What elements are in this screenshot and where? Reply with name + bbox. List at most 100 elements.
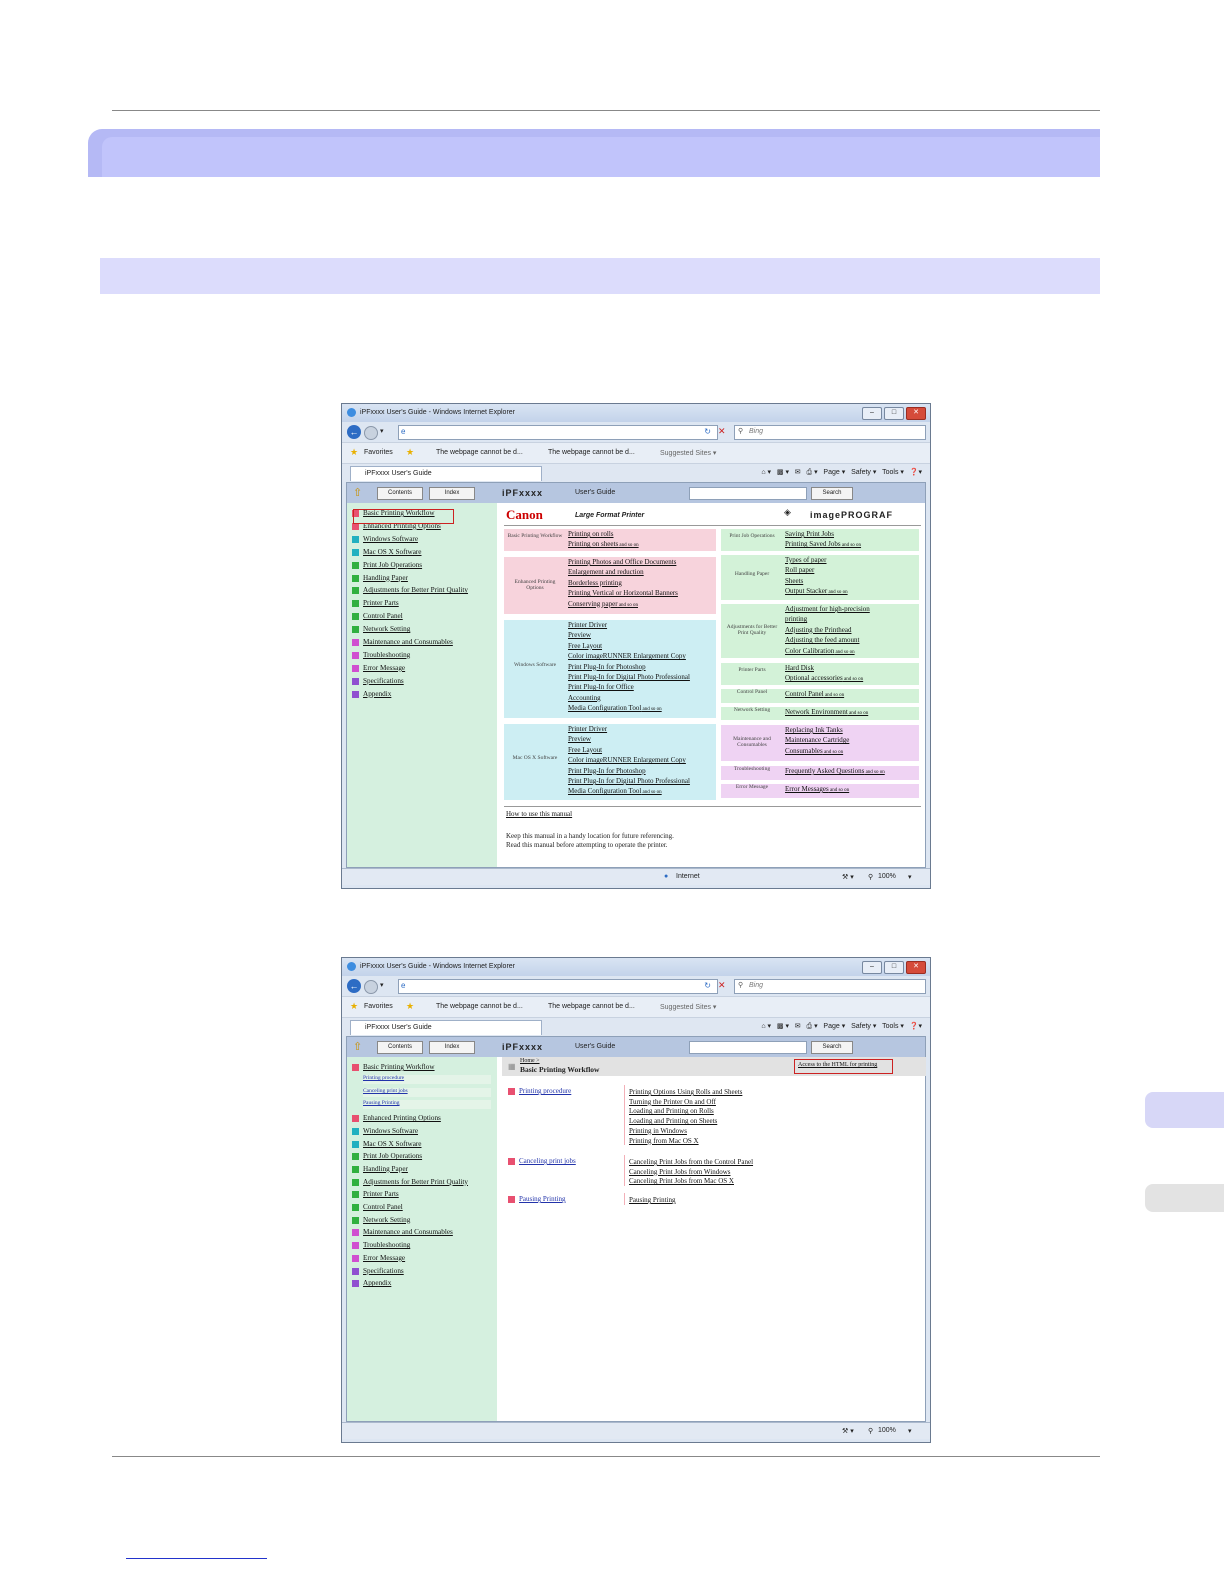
page-menu[interactable]: Page ▾ — [823, 469, 845, 476]
home-manual-icon[interactable]: ⇧ — [353, 486, 362, 499]
favorite-link-1[interactable]: The webpage cannot be d... — [436, 449, 523, 456]
sidebar-item[interactable]: Mac OS X Software — [352, 1140, 422, 1148]
close-icon[interactable]: ✕ — [906, 961, 926, 974]
section-link[interactable]: Error Messages and so on — [785, 785, 849, 793]
section-link[interactable]: Adjusting the Printhead — [785, 626, 852, 634]
section-link[interactable]: Printing Vertical or Horizontal Banners — [568, 589, 678, 597]
section-link[interactable]: Print Plug-In for Digital Photo Professi… — [568, 777, 690, 785]
sidebar-item[interactable]: Appendix — [352, 1279, 391, 1288]
tools-menu[interactable]: Tools ▾ — [882, 469, 904, 476]
section-link[interactable]: Print Plug-In for Digital Photo Professi… — [568, 673, 690, 681]
sidebar-item[interactable]: Printer Parts — [352, 1190, 399, 1199]
sidebar-item[interactable]: Specifications — [352, 677, 404, 685]
address-bar[interactable]: e ↻ — [398, 979, 718, 994]
sidebar-subitem[interactable]: Canceling print jobs — [363, 1087, 491, 1097]
topic-link[interactable]: Printing procedure — [519, 1087, 571, 1095]
favorite-link-1[interactable]: The webpage cannot be d... — [436, 1003, 523, 1010]
minimize-icon[interactable]: – — [862, 961, 882, 974]
topic-sublink[interactable]: Printing in Windows — [629, 1127, 687, 1135]
zoom-dropdown-icon[interactable]: ▾ — [908, 873, 912, 881]
section-link[interactable]: Saving Print Jobs — [785, 530, 834, 538]
section-link[interactable]: Printing on rolls — [568, 530, 614, 538]
section-link[interactable]: Roll paper — [785, 566, 814, 574]
print-icon[interactable]: ⎙ — [807, 469, 813, 476]
mail-icon[interactable]: ✉ — [795, 469, 801, 476]
home-manual-icon[interactable]: ⇧ — [353, 1040, 362, 1053]
section-link[interactable]: Color imageRUNNER Enlargement Copy — [568, 652, 686, 660]
topic-link[interactable]: Pausing Printing — [519, 1195, 565, 1203]
favorites-button[interactable]: Favorites — [364, 1003, 393, 1010]
stop-icon[interactable]: ✕ — [718, 426, 726, 437]
sidebar-item[interactable]: Printer Parts — [352, 599, 399, 608]
chapter-tab[interactable] — [1145, 1092, 1224, 1128]
forward-icon[interactable] — [364, 426, 378, 440]
section-link[interactable]: Frequently Asked Questions and so on — [785, 767, 885, 775]
sidebar-item[interactable]: Mac OS X Software — [352, 548, 422, 556]
feeds-icon[interactable]: ▩ — [777, 469, 784, 476]
topic-sublink[interactable]: Canceling Print Jobs from the Control Pa… — [629, 1158, 753, 1166]
sidebar-item[interactable]: Print Job Operations — [352, 1152, 422, 1161]
section-link[interactable]: Printing on sheets and so on — [568, 540, 639, 548]
footer-link[interactable] — [126, 1558, 267, 1559]
sidebar-item[interactable]: Windows Software — [352, 1127, 418, 1135]
section-link[interactable]: Network Environment and so on — [785, 708, 868, 716]
topic-sublink[interactable]: Loading and Printing on Rolls — [629, 1107, 714, 1115]
back-icon[interactable]: ← — [347, 979, 361, 993]
contents-button[interactable]: Contents — [377, 487, 423, 500]
section-link[interactable]: Hard Disk — [785, 664, 814, 672]
history-dropdown-icon[interactable]: ▾ — [380, 981, 384, 989]
close-icon[interactable]: ✕ — [906, 407, 926, 420]
sidebar-item[interactable]: Maintenance and Consumables — [352, 1228, 453, 1237]
favorite-link-2[interactable]: The webpage cannot be d... — [548, 1003, 635, 1010]
sidebar-item[interactable]: Control Panel — [352, 612, 403, 621]
sidebar-item-active[interactable]: Basic Printing Workflow — [352, 1063, 435, 1071]
maximize-icon[interactable]: □ — [884, 407, 904, 420]
refresh-icon[interactable]: ↻ — [704, 427, 711, 436]
search-input[interactable]: ⚲ Bing — [734, 979, 926, 994]
section-link[interactable]: Output Stacker and so on — [785, 587, 848, 595]
topic-sublink[interactable]: Pausing Printing — [629, 1196, 675, 1204]
section-link[interactable]: Printing Photos and Office Documents — [568, 558, 676, 566]
print-icon[interactable]: ⎙ — [807, 1023, 813, 1030]
address-bar[interactable]: e ↻ — [398, 425, 718, 440]
sidebar-item[interactable]: Troubleshooting — [352, 1241, 410, 1250]
home-icon[interactable]: ⌂ — [761, 469, 765, 476]
section-link[interactable]: Adjustment for high-precision — [785, 605, 870, 613]
search-input[interactable]: ⚲ Bing — [734, 425, 926, 440]
sidebar-item[interactable]: Control Panel — [352, 1203, 403, 1211]
browser-tab[interactable]: iPFxxxx User's Guide — [350, 1020, 542, 1035]
suggested-sites[interactable]: Suggested Sites ▾ — [660, 449, 716, 457]
sidebar-item[interactable]: Error Message — [352, 1254, 405, 1262]
back-icon[interactable]: ← — [347, 425, 361, 439]
safety-menu[interactable]: Safety ▾ — [851, 1023, 876, 1030]
section-link[interactable]: Maintenance Cartridge — [785, 736, 849, 744]
section-link[interactable]: Accounting — [568, 694, 601, 702]
section-link[interactable]: Adjusting the feed amount — [785, 636, 859, 644]
history-dropdown-icon[interactable]: ▾ — [380, 427, 384, 435]
add-favorite-icon[interactable]: ★ — [406, 447, 414, 458]
browser-tab[interactable]: iPFxxxx User's Guide — [350, 466, 542, 481]
section-link[interactable]: Printer Driver — [568, 621, 607, 629]
topic-sublink[interactable]: Printing from Mac OS X — [629, 1137, 699, 1145]
topic-link[interactable]: Canceling print jobs — [519, 1157, 576, 1165]
sidebar-item[interactable]: Appendix — [352, 690, 391, 698]
sidebar-item[interactable]: Error Message — [352, 664, 405, 672]
suggested-sites[interactable]: Suggested Sites ▾ — [660, 1003, 716, 1011]
add-favorite-icon[interactable]: ★ — [406, 1001, 414, 1012]
topic-sublink[interactable]: Canceling Print Jobs from Windows — [629, 1168, 730, 1176]
manual-search-button[interactable]: Search — [811, 1041, 853, 1054]
minimize-icon[interactable]: – — [862, 407, 882, 420]
topic-sublink[interactable]: Turning the Printer On and Off — [629, 1098, 716, 1106]
index-button[interactable]: Index — [429, 1041, 475, 1054]
section-link[interactable]: Optional accessories and so on — [785, 674, 863, 682]
help-icon[interactable]: ❓ — [910, 1023, 919, 1030]
favorites-star-icon[interactable]: ★ — [350, 1001, 358, 1012]
section-link[interactable]: Preview — [568, 735, 591, 743]
section-link[interactable]: Preview — [568, 631, 591, 639]
manual-search-input[interactable] — [689, 1041, 807, 1054]
sidebar-item[interactable]: Handling Paper — [352, 1165, 408, 1173]
sidebar-item[interactable]: Maintenance and Consumables — [352, 638, 453, 646]
sidebar-subitem[interactable]: Pausing Printing — [363, 1100, 491, 1110]
section-link[interactable]: Printer Driver — [568, 725, 607, 733]
sidebar-item[interactable]: Windows Software — [352, 535, 418, 543]
